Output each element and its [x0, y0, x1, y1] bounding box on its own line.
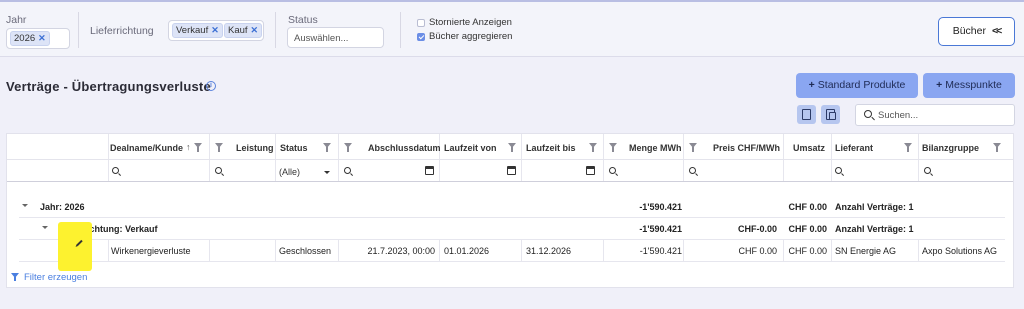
cell-umsatz: CHF 0.00	[788, 246, 827, 256]
filter-icon[interactable]	[508, 143, 516, 152]
jahr-chip[interactable]: 2026 ✕	[10, 31, 50, 46]
cell-dealname: Wirkenergieverluste	[111, 246, 191, 256]
info-icon[interactable]: i	[206, 81, 216, 91]
filter-icon[interactable]	[194, 143, 202, 152]
cell-laufzeit-bis: 31.12.2026	[526, 246, 572, 256]
aggregieren-checkbox[interactable]	[417, 33, 425, 41]
group-row-direction[interactable]: Lieferrichtung: Verkauf -1'590.421 CHF-0…	[7, 217, 1013, 239]
col-header-laufzeit-bis[interactable]: Laufzeit bis	[526, 143, 576, 153]
jahr-select[interactable]: 2026 ✕	[6, 28, 70, 49]
filter-icon[interactable]	[344, 143, 352, 152]
group-row-year[interactable]: Jahr: 2026 -1'590.421 CHF 0.00 Anzahl Ve…	[7, 195, 1013, 217]
cell-lieferant: SN Energie AG	[835, 246, 897, 256]
filter-icon[interactable]	[609, 143, 617, 152]
col-header-menge[interactable]: Menge MWh	[629, 143, 682, 153]
cell-status: Geschlossen	[279, 246, 332, 256]
search-icon[interactable]	[835, 167, 842, 174]
lieferrichtung-label: Lieferrichtung	[90, 25, 154, 37]
table-row[interactable]: Wirkenergieverluste Geschlossen 21.7.202…	[7, 239, 1013, 261]
status-filter-select[interactable]: (Alle)	[279, 167, 300, 177]
search-icon[interactable]	[924, 167, 931, 174]
col-header-lieferant[interactable]: Lieferant	[835, 143, 873, 153]
filter-icon	[11, 273, 19, 281]
standard-produkte-button[interactable]: + Standard Produkte	[796, 73, 918, 98]
col-header-status[interactable]: Status	[280, 143, 308, 153]
remove-chip-icon[interactable]: ✕	[38, 33, 46, 43]
filter-icon[interactable]	[689, 143, 697, 152]
col-header-preis[interactable]: Preis CHF/MWh	[713, 143, 780, 153]
search-icon	[864, 110, 872, 118]
plus-icon: +	[936, 79, 943, 91]
buecher-button[interactable]: Bücher <<	[938, 17, 1015, 46]
col-header-abschlussdatum[interactable]: Abschlussdatum	[368, 143, 441, 153]
calendar-icon[interactable]	[586, 166, 595, 175]
col-header-umsatz[interactable]: Umsatz	[793, 143, 825, 153]
search-box[interactable]	[855, 104, 1015, 126]
status-placeholder: Auswählen...	[294, 33, 349, 44]
remove-chip-icon[interactable]: ✕	[251, 25, 259, 35]
calendar-icon[interactable]	[425, 166, 434, 175]
grid-header: Dealname/Kunde ↑ Leistung Status Abschlu…	[7, 134, 1013, 160]
filter-icon[interactable]	[904, 143, 912, 152]
collapse-icon[interactable]	[22, 204, 28, 207]
aggregieren-label: Bücher aggregieren	[429, 31, 513, 42]
copy-icon[interactable]	[821, 105, 840, 124]
filter-icon[interactable]	[993, 143, 1001, 152]
filter-icon[interactable]	[323, 143, 331, 152]
status-select[interactable]: Auswählen...	[287, 27, 384, 48]
divider	[400, 12, 401, 48]
col-header-laufzeit-von[interactable]: Laufzeit von	[444, 143, 497, 153]
col-header-leistung[interactable]: Leistung	[236, 143, 274, 153]
search-icon[interactable]	[689, 167, 696, 174]
filter-bar: Jahr 2026 ✕ Lieferrichtung Verkauf ✕ Kauf ✕…	[0, 0, 1024, 57]
remove-chip-icon[interactable]: ✕	[211, 25, 219, 35]
filter-icon[interactable]	[215, 143, 223, 152]
verkauf-chip[interactable]: Verkauf ✕	[172, 23, 223, 38]
filter-icon[interactable]	[589, 143, 597, 152]
stornierte-label: Stornierte Anzeigen	[429, 17, 512, 28]
collapse-icon[interactable]	[42, 226, 48, 229]
search-input[interactable]	[878, 108, 1008, 122]
divider	[275, 12, 276, 48]
plus-icon: +	[808, 79, 815, 91]
cell-preis: CHF 0.00	[738, 246, 777, 256]
export-icon[interactable]	[797, 105, 816, 124]
page-title: Verträge - Übertragungsverluste	[6, 79, 211, 94]
search-icon[interactable]	[215, 167, 222, 174]
chevrons-left-icon: <<	[992, 25, 1002, 37]
cell-menge: -1'590.421	[639, 246, 682, 256]
calendar-icon[interactable]	[507, 166, 516, 175]
col-header-dealname[interactable]: Dealname/Kunde	[110, 143, 183, 153]
kauf-chip[interactable]: Kauf ✕	[224, 23, 263, 38]
cell-abschlussdatum: 21.7.2023, 00:00	[367, 246, 435, 256]
divider	[78, 12, 79, 48]
search-icon[interactable]	[609, 167, 616, 174]
search-icon[interactable]	[112, 167, 119, 174]
stornierte-checkbox[interactable]	[417, 19, 425, 27]
cell-bilanzgruppe: Axpo Solutions AG	[922, 246, 998, 256]
col-header-bilanzgruppe[interactable]: Bilanzgruppe	[922, 143, 979, 153]
search-icon[interactable]	[344, 167, 351, 174]
sort-icon[interactable]: ↑	[186, 142, 191, 152]
cell-laufzeit-von: 01.01.2026	[444, 246, 490, 256]
messpunkte-button[interactable]: + Messpunkte	[923, 73, 1015, 98]
lieferrichtung-select[interactable]: Verkauf ✕ Kauf ✕	[168, 20, 264, 41]
data-grid: Dealname/Kunde ↑ Leistung Status Abschlu…	[6, 133, 1014, 288]
status-label: Status	[288, 14, 318, 26]
jahr-label: Jahr	[6, 14, 27, 26]
chevron-down-icon[interactable]	[324, 171, 330, 174]
